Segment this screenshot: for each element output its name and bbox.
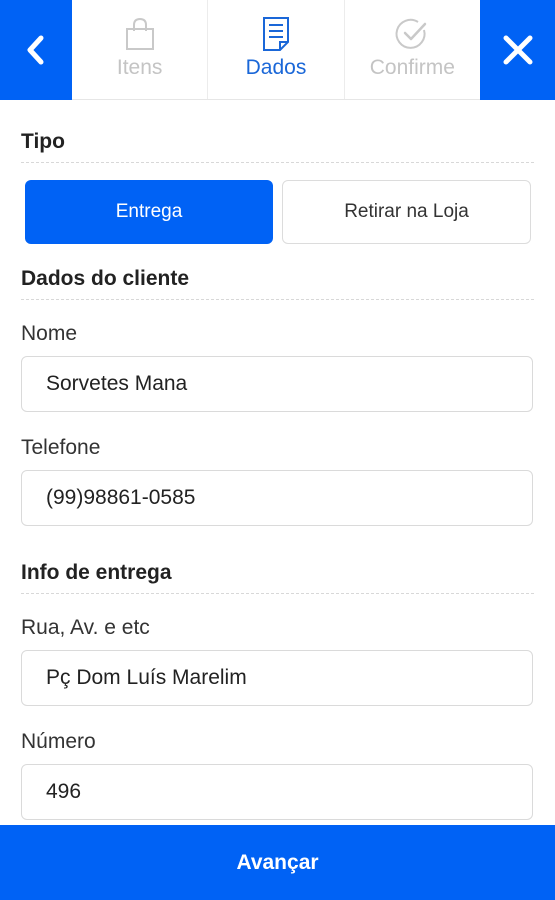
telefone-label: Telefone — [21, 436, 101, 459]
delivery-type-selector: Entrega Retirar na Loja — [21, 180, 534, 244]
section-title-cliente: Dados do cliente — [21, 267, 534, 300]
chevron-left-icon — [27, 35, 44, 65]
section-title-tipo: Tipo — [21, 130, 534, 163]
document-icon — [262, 17, 289, 51]
form-content: Tipo Entrega Retirar na Loja Dados do cl… — [0, 100, 555, 826]
next-button[interactable]: Avançar — [0, 825, 555, 900]
check-circle-icon — [395, 18, 427, 49]
step-tabs: Itens Dados Confirme — [72, 0, 480, 99]
step-label: Itens — [116, 56, 163, 79]
nome-label: Nome — [21, 322, 78, 345]
top-navigation: Itens Dados Confirme — [0, 0, 555, 100]
step-label: Confirme — [369, 56, 455, 79]
type-entrega-button[interactable]: Entrega — [25, 180, 273, 244]
step-confirme[interactable]: Confirme — [345, 0, 480, 99]
nome-field[interactable]: Sorvetes Mana — [21, 356, 533, 412]
numero-label: Número — [21, 730, 96, 753]
section-title-entrega: Info de entrega — [21, 561, 534, 594]
shopping-bag-icon — [125, 17, 154, 50]
step-itens[interactable]: Itens — [72, 0, 209, 99]
numero-field[interactable]: 496 — [21, 764, 533, 820]
rua-label: Rua, Av. e etc — [21, 616, 150, 639]
telefone-field[interactable]: (99)98861-0585 — [21, 470, 533, 526]
close-button[interactable] — [480, 0, 555, 100]
close-icon — [503, 35, 532, 65]
step-label: Dados — [245, 56, 307, 79]
step-dados[interactable]: Dados — [208, 0, 345, 99]
rua-field[interactable]: Pç Dom Luís Marelim — [21, 650, 533, 706]
back-button[interactable] — [0, 0, 72, 100]
type-retirar-button[interactable]: Retirar na Loja — [282, 180, 531, 244]
